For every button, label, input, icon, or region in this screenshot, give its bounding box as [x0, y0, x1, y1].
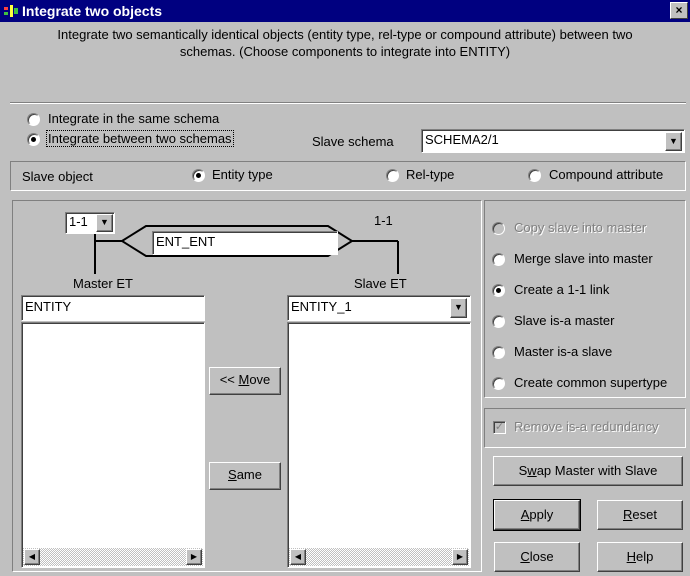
apply-button[interactable]: Apply: [493, 499, 581, 531]
slave-schema-label: Slave schema: [312, 134, 394, 149]
label-between-schemas[interactable]: Integrate between two schemas: [46, 130, 234, 147]
separator: [10, 102, 686, 104]
swap-button[interactable]: Swap Master with Slave: [493, 456, 683, 486]
master-et-value: ENTITY: [25, 299, 72, 314]
window-title: Integrate two objects: [22, 3, 163, 19]
slave-scroll-left-icon[interactable]: ◀: [290, 549, 306, 565]
label-compound-attribute[interactable]: Compound attribute: [549, 167, 663, 182]
slave-schema-select[interactable]: SCHEMA2/1: [421, 129, 685, 153]
description: Integrate two semantically identical obj…: [0, 26, 690, 60]
label-create-link[interactable]: Create a 1-1 link: [514, 282, 609, 297]
help-button-label: Help: [626, 549, 654, 564]
label-entity-type[interactable]: Entity type: [212, 167, 273, 182]
label-rel-type[interactable]: Rel-type: [406, 167, 454, 182]
label-master-isa-slave[interactable]: Master is-a slave: [514, 344, 612, 359]
app-icon: [4, 5, 18, 17]
label-common-supertype[interactable]: Create common supertype: [514, 375, 686, 390]
radio-copy-slave[interactable]: [492, 222, 505, 235]
master-et-list[interactable]: [21, 322, 205, 568]
slave-et-label: Slave ET: [354, 276, 407, 291]
slave-object-label: Slave object: [22, 169, 93, 184]
close-icon[interactable]: ×: [670, 2, 688, 19]
radio-entity-type[interactable]: [192, 169, 205, 182]
help-button[interactable]: Help: [597, 542, 683, 572]
slave-list-scrollbar[interactable]: [289, 548, 469, 566]
master-scroll-right-icon[interactable]: ▶: [186, 549, 202, 565]
radio-same-schema[interactable]: [27, 113, 40, 126]
slave-et-dropdown-icon[interactable]: ▼: [450, 298, 467, 318]
slave-et-select[interactable]: ENTITY_1: [287, 295, 471, 321]
master-et-label: Master ET: [73, 276, 133, 291]
master-list-scrollbar[interactable]: [23, 548, 203, 566]
slave-et-value: ENTITY_1: [291, 299, 352, 314]
same-button[interactable]: Same: [209, 462, 281, 490]
master-cardinality-dropdown-icon[interactable]: ▼: [96, 214, 113, 232]
apply-button-label: Apply: [520, 507, 554, 522]
same-button-label: Same: [228, 467, 262, 482]
slave-schema-dropdown-icon[interactable]: ▼: [665, 132, 682, 151]
slave-scroll-right-icon[interactable]: ▶: [452, 549, 468, 565]
move-button[interactable]: << Move: [209, 367, 281, 395]
relationship-name-value: ENT_ENT: [156, 234, 216, 249]
label-slave-isa-master[interactable]: Slave is-a master: [514, 313, 614, 328]
label-merge-slave[interactable]: Merge slave into master: [514, 251, 653, 266]
radio-merge-slave[interactable]: [492, 253, 505, 266]
label-copy-slave[interactable]: Copy slave into master: [514, 220, 646, 235]
master-scroll-left-icon[interactable]: ◀: [24, 549, 40, 565]
relationship-name-input[interactable]: ENT_ENT: [152, 231, 338, 255]
radio-between-schemas[interactable]: [27, 133, 40, 146]
master-et-input[interactable]: ENTITY: [21, 295, 205, 321]
close-button[interactable]: Close: [494, 542, 580, 572]
remove-redundancy-checkbox[interactable]: ✓: [493, 421, 506, 434]
move-button-label: << Move: [219, 372, 271, 387]
reset-button[interactable]: Reset: [597, 500, 683, 530]
radio-create-link[interactable]: [492, 284, 505, 297]
radio-rel-type[interactable]: [386, 169, 399, 182]
label-remove-redundancy[interactable]: Remove is-a redundancy: [514, 419, 686, 434]
radio-master-isa-slave[interactable]: [492, 346, 505, 359]
radio-slave-isa-master[interactable]: [492, 315, 505, 328]
radio-common-supertype[interactable]: [492, 377, 505, 390]
description-line-1: Integrate two semantically identical obj…: [57, 27, 633, 42]
swap-button-label: Swap Master with Slave: [518, 463, 658, 478]
label-same-schema[interactable]: Integrate in the same schema: [48, 111, 219, 126]
slave-schema-value: SCHEMA2/1: [425, 132, 499, 147]
reset-button-label: Reset: [623, 507, 657, 522]
description-line-2: schemas. (Choose components to integrate…: [179, 44, 511, 59]
radio-compound-attribute[interactable]: [528, 169, 541, 182]
slave-cardinality-label: 1-1: [374, 213, 393, 228]
master-cardinality-value: 1-1: [69, 214, 88, 229]
title-bar: Integrate two objects ×: [0, 0, 690, 22]
slave-et-list[interactable]: [287, 322, 471, 568]
close-button-label: Close: [520, 549, 554, 564]
